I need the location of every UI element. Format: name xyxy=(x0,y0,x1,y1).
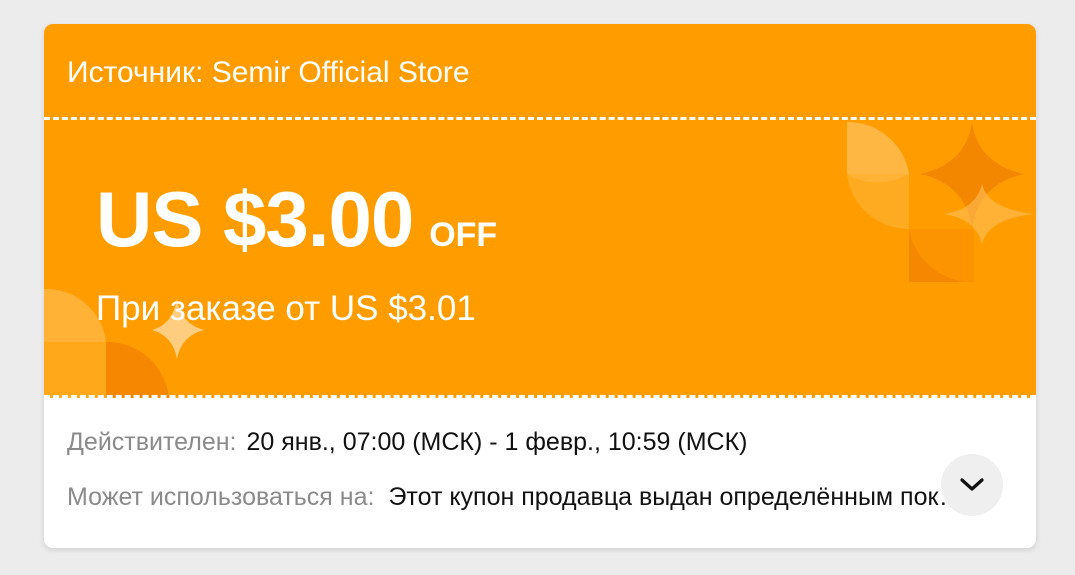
discount-amount-row: US $3.00 OFF xyxy=(96,179,497,259)
chevron-down-icon xyxy=(960,478,984,491)
dashed-divider xyxy=(44,395,1036,398)
usage-row: Может использоваться на: Этот купон прода… xyxy=(67,483,1007,511)
usage-value: Этот купон продавца выдан определённым п… xyxy=(388,483,970,511)
usage-label: Может использоваться на: xyxy=(67,483,375,511)
coupon-source: Источник: Semir Official Store xyxy=(67,56,470,89)
expand-details-button[interactable] xyxy=(941,454,1003,516)
discount-off-label: OFF xyxy=(429,216,498,254)
minimum-order: При заказе от US $3.01 xyxy=(96,289,476,328)
coupon-header: Источник: Semir Official Store US $3.00 … xyxy=(44,24,1036,398)
validity-label: Действителен: xyxy=(67,428,237,456)
validity-value: 20 янв., 07:00 (МСК) - 1 февр., 10:59 (М… xyxy=(246,428,748,456)
discount-amount: US $3.00 xyxy=(96,175,414,263)
validity-row: Действителен: 20 янв., 07:00 (МСК) - 1 фе… xyxy=(67,428,747,456)
coupon-card[interactable]: Источник: Semir Official Store US $3.00 … xyxy=(44,24,1036,548)
dashed-divider xyxy=(44,117,1036,120)
